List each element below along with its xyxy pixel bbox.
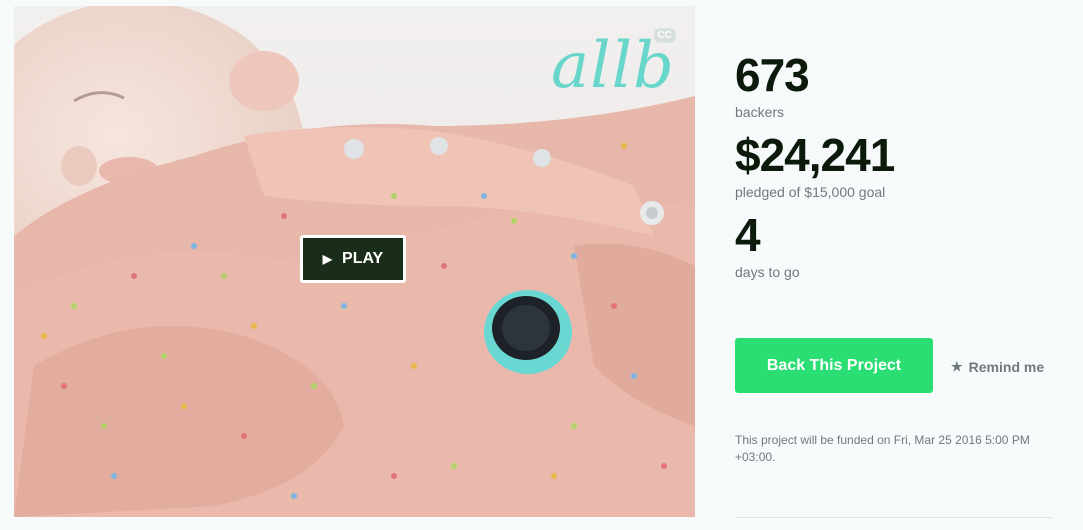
project-stats: 673 backers $24,241 pledged of $15,000 g…: [735, 52, 1065, 292]
back-this-project-button[interactable]: Back This Project: [735, 338, 933, 393]
project-video[interactable]: allb CC ▶ PLAY: [14, 6, 695, 517]
pledged-label: pledged of $15,000 goal: [735, 184, 886, 200]
allb-logo: allb: [550, 29, 675, 103]
cc-badge: CC: [653, 28, 676, 43]
play-icon: ▶: [322, 252, 333, 266]
pledged-amount: $24,241: [735, 129, 895, 181]
funding-note: This project will be funded on Fri, Mar …: [735, 433, 1030, 464]
backers-count: 673: [735, 49, 810, 101]
pledged-stat: $24,241 pledged of $15,000 goal: [735, 132, 1065, 200]
play-label: PLAY: [342, 250, 384, 267]
remind-me-link[interactable]: ★ Remind me: [951, 359, 1044, 375]
star-icon: ★: [951, 359, 963, 374]
days-count: 4: [735, 209, 761, 261]
days-label: days to go: [735, 264, 800, 280]
backers-label: backers: [735, 104, 785, 120]
remind-me-label: Remind me: [968, 359, 1045, 375]
backers-stat: 673 backers: [735, 52, 1065, 120]
days-stat: 4 days to go: [735, 212, 1065, 280]
divider: [735, 517, 1053, 518]
play-button[interactable]: ▶ PLAY: [300, 235, 406, 283]
